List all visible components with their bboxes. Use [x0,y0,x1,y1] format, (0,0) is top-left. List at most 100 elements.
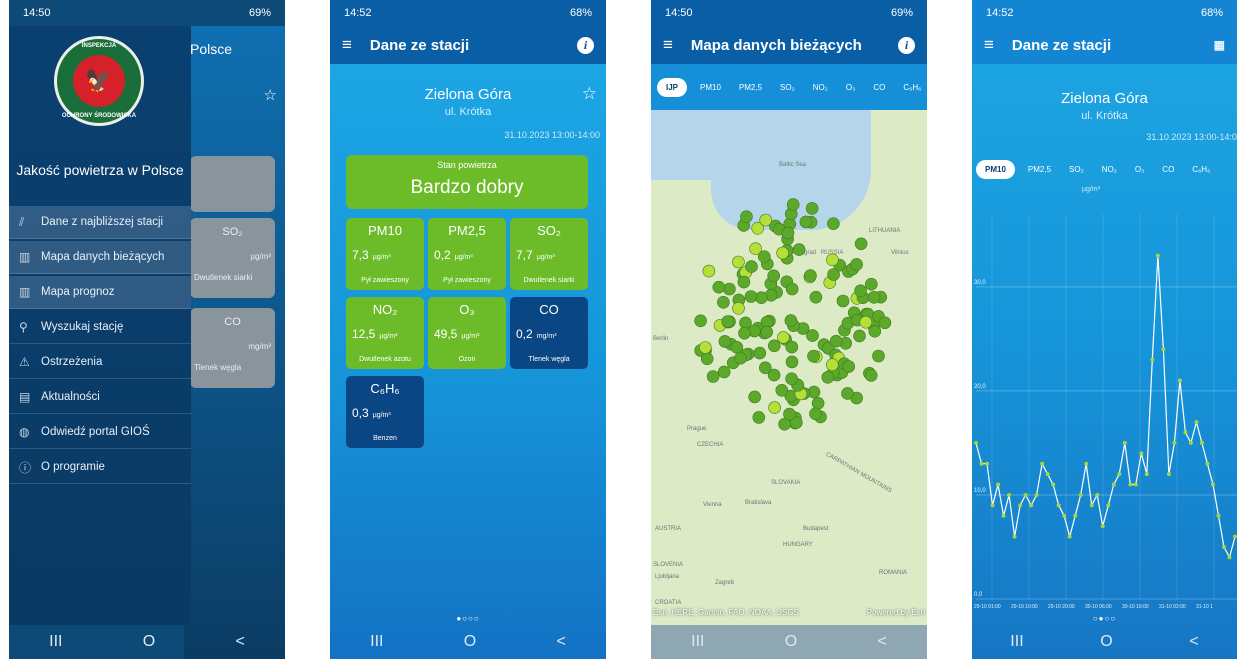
drawer-item[interactable]: ⚠ Ostrzeżenia [9,346,191,379]
drawer-item[interactable]: ▥ Mapa danych bieżących [9,241,191,274]
data-point[interactable] [1221,544,1226,549]
pollutant-tile[interactable]: C₆H₆ 0,3 µg/m³ Benzen [346,376,424,448]
back-button[interactable]: < [236,633,245,651]
station-marker[interactable] [732,302,745,315]
station-marker[interactable] [805,202,819,215]
data-point[interactable] [1155,253,1160,258]
station-marker[interactable] [755,291,768,304]
calendar-icon[interactable]: ▦ [1214,38,1225,52]
recent-apps-button[interactable]: III [49,633,62,651]
station-marker[interactable] [785,282,799,296]
station-marker[interactable] [842,360,855,373]
station-marker[interactable] [821,370,835,384]
data-point[interactable] [1062,513,1067,518]
station-marker[interactable] [872,349,885,363]
data-point[interactable] [996,482,1001,487]
pollutant-chip[interactable]: PM2,5 [1023,161,1056,178]
station-marker[interactable] [777,331,790,344]
pollutant-chip[interactable]: IJP [657,77,688,97]
data-point[interactable] [1034,492,1039,497]
station-marker[interactable] [799,215,813,229]
station-marker[interactable] [723,282,736,296]
pollutant-tile[interactable]: PM10 7,3 µg/m³ Pył zawieszony [346,218,424,290]
data-point[interactable] [1128,482,1133,487]
favorite-star-icon[interactable]: ☆ [582,84,597,104]
station-marker[interactable] [694,314,707,328]
pollutant-chip[interactable]: PM10 [695,79,726,96]
station-marker[interactable] [804,269,817,282]
data-point[interactable] [1139,451,1144,456]
station-marker[interactable] [785,372,798,386]
data-point[interactable] [1100,524,1105,529]
station-marker[interactable] [737,275,751,289]
pollutant-chip[interactable]: SO₂ [775,79,800,96]
map-view[interactable]: Baltic Sea LITHUANIA RUSSIA Kaliningrad … [651,110,927,625]
station-marker[interactable] [734,351,747,365]
station-marker[interactable] [717,296,730,309]
station-markers[interactable] [651,110,927,610]
station-marker[interactable] [767,368,781,382]
station-marker[interactable] [809,290,823,304]
data-point[interactable] [1012,534,1017,539]
data-point[interactable] [1111,482,1116,487]
menu-icon[interactable]: ≡ [663,35,673,55]
station-marker[interactable] [775,383,789,397]
station-marker[interactable] [738,326,751,340]
station-marker[interactable] [776,246,789,260]
data-point[interactable] [1227,555,1232,560]
data-point[interactable] [974,440,978,445]
station-marker[interactable] [744,290,758,303]
data-point[interactable] [1051,482,1056,487]
pollutant-chip[interactable]: PM10 [976,160,1015,179]
data-point[interactable] [1095,492,1100,497]
data-point[interactable] [1122,440,1127,445]
data-point[interactable] [1007,492,1012,497]
drawer-item[interactable]: ⚲ Wyszukaj stację [9,311,191,344]
pollutant-chip[interactable]: NO₂ [808,79,833,96]
station-marker[interactable] [700,352,714,366]
home-button[interactable]: O [464,633,476,651]
drawer-item[interactable]: ▥ Mapa prognoz [9,276,191,309]
station-marker[interactable] [767,269,780,283]
menu-icon[interactable]: ≡ [984,35,994,55]
recent-apps-button[interactable]: III [691,633,704,651]
info-icon[interactable]: i [898,36,915,54]
pollutant-chip[interactable]: SO₂ [1064,161,1089,178]
data-point[interactable] [1188,440,1193,445]
station-marker[interactable] [850,258,863,271]
home-button[interactable]: O [143,633,155,651]
data-point[interactable] [1177,378,1182,383]
station-marker[interactable] [826,358,839,371]
pollutant-chip[interactable]: NO₂ [1097,161,1122,178]
station-marker[interactable] [853,329,866,343]
drawer-item[interactable]: ▤ Aktualności [9,381,191,414]
drawer-item[interactable]: ◍ Odwiedź portal GIOŚ [9,416,191,449]
station-marker[interactable] [868,324,882,338]
back-button[interactable]: < [1189,633,1198,651]
pollutant-chip[interactable]: PM2,5 [734,79,767,96]
data-point[interactable] [1040,461,1045,466]
pollutant-tile[interactable]: CO 0,2 mg/m³ Tlenek węgla [510,297,588,369]
station-marker[interactable] [783,407,796,421]
station-marker[interactable] [706,370,720,383]
data-point[interactable] [1018,503,1023,508]
info-icon[interactable]: i [577,36,594,54]
recent-apps-button[interactable]: III [1010,633,1023,651]
back-button[interactable]: < [557,633,566,651]
station-marker[interactable] [829,334,843,348]
pollutant-chip[interactable]: CO [868,79,890,96]
back-button[interactable]: < [878,633,887,651]
data-point[interactable] [1029,503,1034,508]
data-point[interactable] [1001,513,1006,518]
station-marker[interactable] [854,284,867,298]
home-button[interactable]: O [1100,633,1112,651]
station-marker[interactable] [721,315,735,328]
data-point[interactable] [1133,482,1138,487]
station-marker[interactable] [698,341,712,354]
data-point[interactable] [1233,534,1237,539]
data-point[interactable] [990,503,995,508]
station-marker[interactable] [781,226,795,240]
data-point[interactable] [1084,461,1089,466]
station-marker[interactable] [809,407,822,421]
station-marker[interactable] [792,243,806,256]
